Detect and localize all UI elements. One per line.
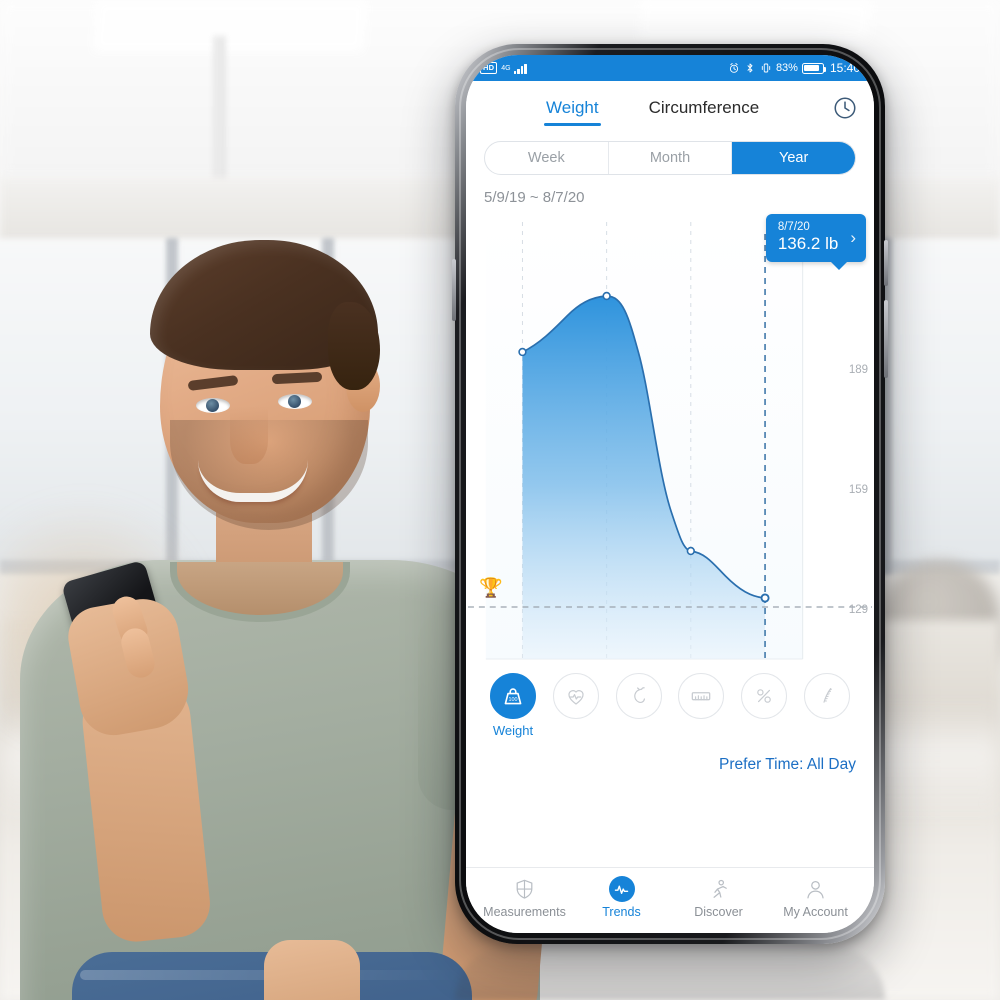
nose (230, 406, 268, 464)
nav-my-account-label: My Account (783, 905, 848, 919)
network-type-label: 4G (501, 64, 511, 72)
ceiling-panel (638, 0, 872, 40)
data-point[interactable] (518, 347, 527, 357)
data-point-selected[interactable] (760, 593, 770, 603)
nav-discover-icon-wrap (670, 876, 767, 902)
range-segmented-control[interactable]: Week Month Year (484, 141, 856, 175)
ceiling-panel (93, 0, 367, 52)
metric-heart-rate-circle (552, 673, 599, 719)
segment-year[interactable]: Year (732, 142, 855, 174)
spine-icon (823, 688, 832, 703)
metric-selector-row: 100 Weight (466, 667, 874, 738)
nav-my-account-icon-wrap (767, 876, 864, 902)
tab-weight[interactable]: Weight (544, 94, 601, 126)
power-button[interactable] (884, 300, 888, 378)
nav-measurements-icon-wrap (476, 876, 573, 902)
bluetooth-icon (747, 63, 753, 73)
tooltip-value: 136.2 lb (777, 234, 839, 253)
battery-percent-label: 83% (775, 62, 798, 74)
tab-circumference[interactable]: Circumference (647, 94, 762, 126)
eye (196, 398, 230, 413)
nav-trends-icon-wrap (573, 876, 670, 902)
hair (150, 240, 380, 390)
ceiling-pillar (214, 36, 225, 181)
metric-bone[interactable] (802, 673, 852, 719)
metric-measure-circle (678, 673, 725, 719)
chart-canvas (468, 222, 872, 660)
chevron-right-icon[interactable]: › (850, 228, 856, 248)
volume-up-button[interactable] (884, 240, 888, 286)
metric-weight[interactable]: 100 Weight (488, 673, 538, 738)
weight-trend-chart[interactable]: 189 159 129 🏆 8/7/20 136.2 lb › (466, 212, 874, 667)
shield-icon (516, 879, 533, 899)
bottom-nav-bar: Measurements Trends Discover My Account (466, 867, 874, 933)
data-point[interactable] (686, 546, 695, 556)
eye (278, 394, 312, 409)
pulse-icon (614, 885, 629, 894)
trophy-icon: 🏆 (479, 578, 503, 599)
metric-cardiac-circle (615, 673, 662, 719)
metric-bone-circle (803, 673, 850, 719)
person-icon (807, 880, 824, 898)
nav-discover-label: Discover (694, 905, 743, 919)
data-point[interactable] (602, 291, 611, 301)
metric-measure[interactable] (676, 673, 726, 719)
percent-icon (757, 689, 771, 703)
alarm-clock-icon (729, 63, 738, 73)
phone-reflection (455, 946, 885, 1000)
metric-weight-circle: 100 (490, 673, 536, 719)
marketing-scene: HD 4G 83% 15:40 Weight Circumference Wee… (0, 0, 1000, 1000)
clock-icon (834, 96, 856, 119)
y-tick-159: 159 (848, 484, 868, 496)
metric-weight-label: Weight (492, 723, 534, 738)
nav-trends[interactable]: Trends (573, 876, 670, 919)
y-tick-189: 189 (848, 364, 868, 376)
nav-discover[interactable]: Discover (670, 876, 767, 919)
nav-trends-active-dot (608, 876, 635, 902)
nav-measurements[interactable]: Measurements (476, 876, 573, 919)
clock-time-label: 15:40 (829, 61, 860, 75)
status-bar: HD 4G 83% 15:40 (466, 55, 874, 81)
nav-my-account[interactable]: My Account (767, 876, 864, 919)
battery-icon (801, 62, 827, 74)
metric-body-fat-circle (741, 673, 788, 719)
ruler-icon (692, 692, 711, 701)
nav-measurements-label: Measurements (483, 905, 566, 919)
hd-badge: HD (480, 62, 498, 74)
tooltip-date: 8/7/20 (777, 221, 810, 233)
segment-month[interactable]: Month (609, 142, 733, 174)
running-person-icon (713, 879, 727, 898)
right-hand-in-pocket (264, 940, 360, 1000)
metric-body-fat[interactable] (739, 673, 789, 719)
nav-trends-label: Trends (602, 905, 641, 919)
volume-button[interactable] (452, 259, 456, 321)
y-tick-129: 129 (848, 604, 868, 616)
heart-pulse-icon (568, 690, 584, 705)
phone-screen: HD 4G 83% 15:40 Weight Circumference Wee… (466, 55, 874, 933)
prefer-time-link[interactable]: Prefer Time: All Day (466, 738, 874, 774)
date-range-label: 5/9/19 ~ 8/7/20 (484, 189, 585, 206)
segment-week[interactable]: Week (485, 142, 609, 174)
vibrate-icon (761, 63, 771, 73)
svg-text:100: 100 (508, 697, 517, 703)
heart-icon (633, 687, 645, 704)
signal-bars-icon (513, 63, 527, 74)
window-pane (890, 240, 1000, 570)
metric-heart-rate[interactable] (551, 673, 601, 719)
history-button[interactable] (832, 95, 858, 126)
range-segment-wrap: Week Month Year (466, 139, 874, 175)
value-tooltip[interactable]: 8/7/20 136.2 lb › (765, 214, 866, 270)
scale-icon: 100 (504, 688, 522, 705)
phone-device: HD 4G 83% 15:40 Weight Circumference Wee… (452, 44, 888, 944)
metric-cardiac[interactable] (614, 673, 664, 719)
top-tab-bar: Weight Circumference (466, 81, 874, 139)
